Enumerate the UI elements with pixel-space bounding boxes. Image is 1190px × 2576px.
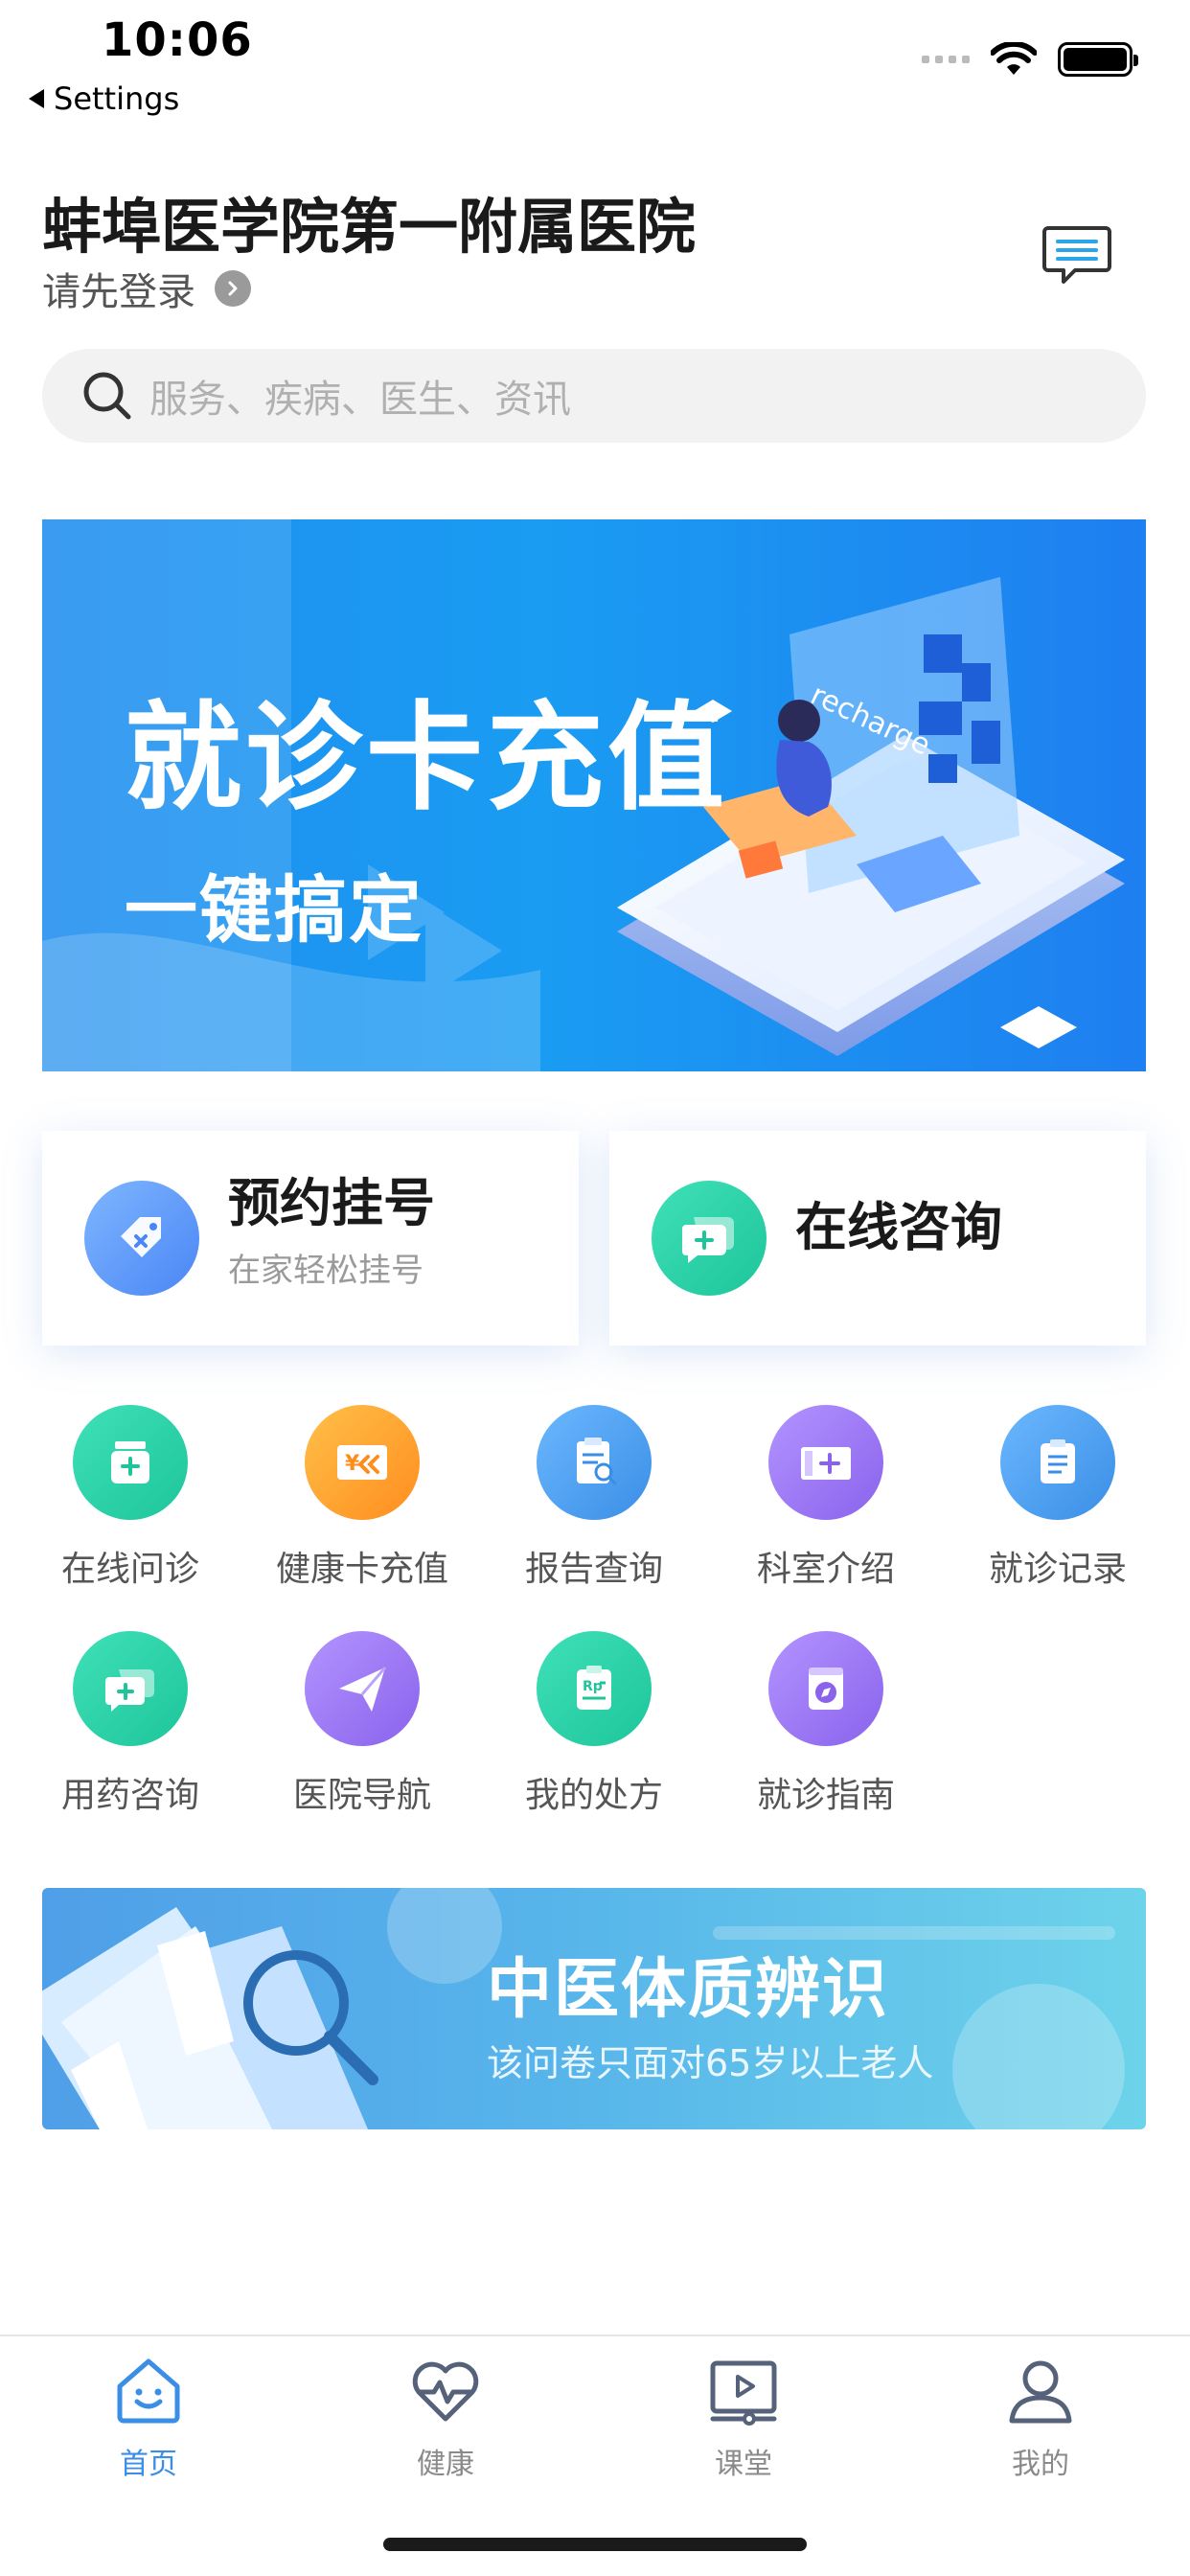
grid-item-medication-consult[interactable]: 用药咨询 <box>34 1631 226 1817</box>
grid-label: 报告查询 <box>524 1550 663 1589</box>
grid-item-online-inquiry[interactable]: 在线问诊 <box>34 1405 226 1591</box>
tab-home[interactable]: 首页 <box>53 2350 244 2482</box>
cellular-signal-icon <box>922 56 970 63</box>
status-indicators <box>922 42 1138 77</box>
grid-label: 就诊记录 <box>988 1550 1127 1589</box>
tab-label: 健康 <box>417 2448 474 2481</box>
grid-item-report-search[interactable]: 报告查询 <box>498 1405 690 1591</box>
compass-guide-icon <box>768 1631 883 1746</box>
tab-label: 我的 <box>1012 2448 1069 2481</box>
heart-pulse-icon <box>412 2361 479 2422</box>
status-time: 10:06 <box>102 13 253 67</box>
banner-title: 就诊卡充值 <box>125 690 728 826</box>
grid-label: 用药咨询 <box>60 1776 199 1815</box>
hospital-title: 蚌埠医学院第一附属医院 <box>42 192 697 262</box>
message-icon[interactable] <box>1041 222 1113 289</box>
online-consult-title: 在线咨询 <box>795 1196 1002 1257</box>
report-search-icon <box>537 1405 652 1520</box>
prescription-icon: Rp <box>537 1631 652 1746</box>
tab-label: 课堂 <box>715 2448 772 2481</box>
department-icon <box>768 1405 883 1520</box>
search-placeholder: 服务、疾病、医生、资讯 <box>149 378 571 422</box>
search-bar[interactable]: 服务、疾病、医生、资讯 <box>42 349 1146 443</box>
back-label: Settings <box>54 80 180 117</box>
tab-label: 首页 <box>120 2448 177 2481</box>
card-recharge-icon: ¥ <box>305 1405 420 1520</box>
tab-health[interactable]: 健康 <box>350 2350 541 2482</box>
grid-item-department[interactable]: 科室介绍 <box>730 1405 922 1591</box>
chevron-right-icon <box>215 270 251 307</box>
home-indicator[interactable] <box>383 2538 807 2551</box>
tcm-subtitle: 该问卷只面对65岁以上老人 <box>487 2042 934 2084</box>
back-to-settings[interactable]: Settings <box>29 80 179 117</box>
recharge-banner[interactable]: recharge 就诊卡充值 一键搞定 <box>42 519 1146 1071</box>
home-smile-icon <box>117 2358 180 2424</box>
chat-plus-icon <box>73 1631 188 1746</box>
grid-item-hospital-nav[interactable]: 医院导航 <box>266 1631 458 1817</box>
appointment-card[interactable]: 预约挂号 在家轻松挂号 <box>42 1131 579 1346</box>
search-icon <box>83 372 131 420</box>
tcm-constitution-banner[interactable]: 中医体质辨识 该问卷只面对65岁以上老人 <box>42 1888 1146 2129</box>
svg-text:Rp: Rp <box>583 1679 603 1694</box>
tab-mine[interactable]: 我的 <box>945 2350 1136 2482</box>
grid-label: 在线问诊 <box>60 1550 199 1589</box>
back-arrow-icon <box>29 89 44 108</box>
grid-label: 健康卡充值 <box>275 1550 448 1589</box>
tcm-title: 中医体质辨识 <box>487 1952 890 2028</box>
medicine-bottle-icon <box>73 1405 188 1520</box>
online-consult-card[interactable]: 在线咨询 <box>609 1131 1146 1346</box>
grid-item-visit-records[interactable]: 就诊记录 <box>962 1405 1154 1591</box>
battery-icon <box>1058 42 1138 77</box>
grid-label: 医院导航 <box>292 1776 431 1815</box>
grid-label: 就诊指南 <box>756 1776 895 1815</box>
wifi-icon <box>991 42 1037 75</box>
tag-icon <box>84 1181 199 1296</box>
paper-plane-icon <box>305 1631 420 1746</box>
grid-label: 我的处方 <box>524 1776 663 1815</box>
grid-label: 科室介绍 <box>756 1550 895 1589</box>
grid-item-card-recharge[interactable]: ¥ 健康卡充值 <box>266 1405 458 1591</box>
chat-plus-icon <box>652 1181 767 1296</box>
grid-item-my-prescription[interactable]: Rp 我的处方 <box>498 1631 690 1817</box>
status-bar: 10:06 Settings <box>0 0 1190 125</box>
login-prompt: 请先登录 <box>42 270 195 314</box>
banner-subtitle: 一键搞定 <box>125 867 423 953</box>
appointment-title: 预约挂号 <box>228 1173 435 1233</box>
svg-text:¥: ¥ <box>345 1452 360 1476</box>
appointment-subtitle: 在家轻松挂号 <box>228 1252 423 1290</box>
clipboard-icon <box>1000 1405 1115 1520</box>
tab-classroom[interactable]: 课堂 <box>648 2350 839 2482</box>
profile-icon <box>1009 2360 1072 2424</box>
video-class-icon <box>710 2360 777 2426</box>
login-link[interactable]: 请先登录 <box>42 261 251 316</box>
grid-item-visit-guide[interactable]: 就诊指南 <box>730 1631 922 1817</box>
